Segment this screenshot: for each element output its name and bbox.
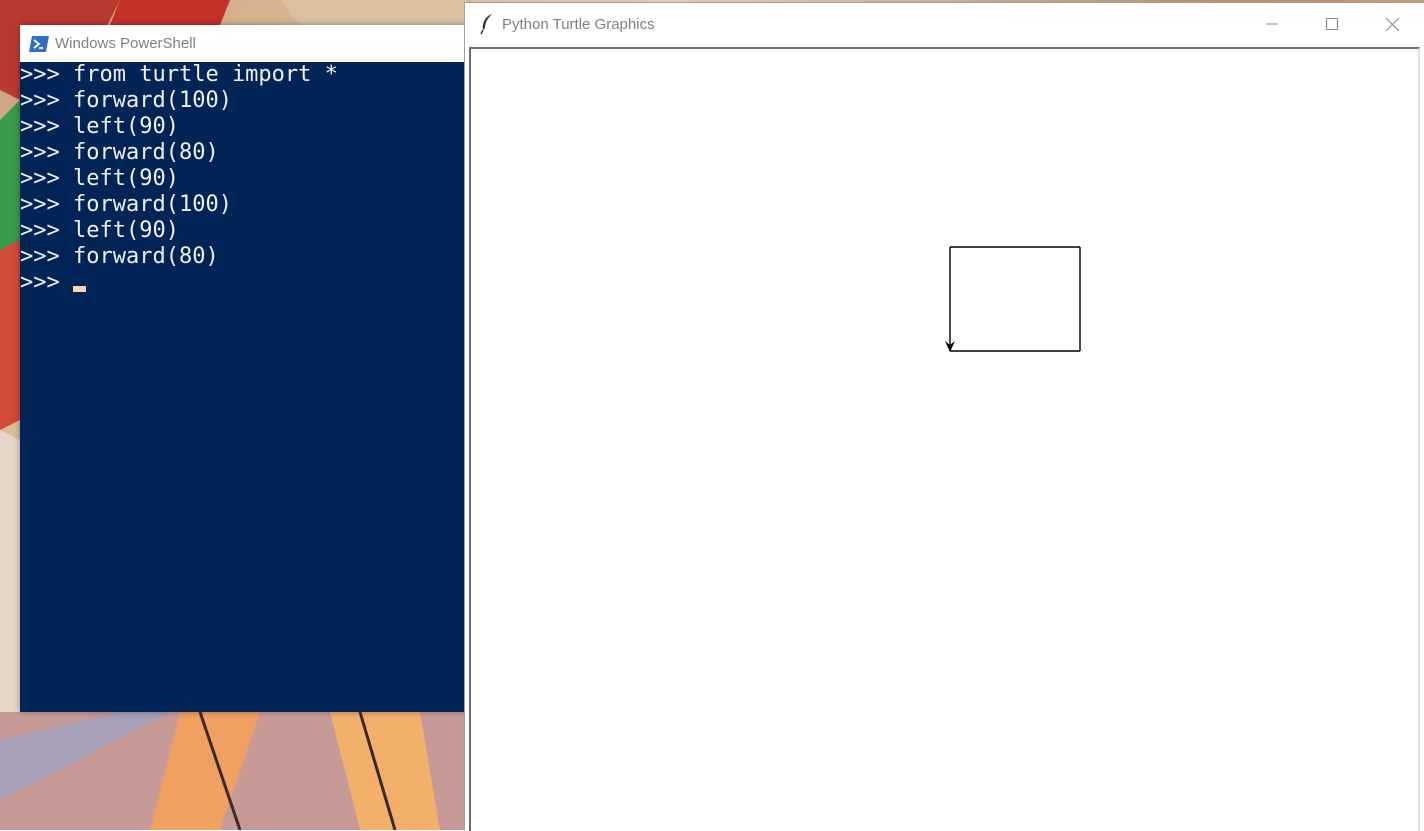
turtle-title: Python Turtle Graphics	[502, 15, 655, 33]
console-line: >>> from turtle import *	[20, 62, 466, 88]
maximize-button[interactable]	[1302, 3, 1362, 45]
turtle-drawing	[949, 246, 1081, 352]
console-line: >>> left(90)	[20, 218, 466, 244]
console-line: >>> forward(80)	[20, 244, 466, 270]
console-line: >>> forward(80)	[20, 140, 466, 166]
console-prompt: >>>	[20, 192, 60, 217]
powershell-window[interactable]: Windows PowerShell >>> from turtle impor…	[20, 25, 466, 712]
console-prompt: >>>	[20, 114, 60, 139]
console-command: forward(100)	[73, 192, 232, 217]
console-command: forward(80)	[73, 244, 219, 269]
powershell-console[interactable]: >>> from turtle import * >>> forward(100…	[20, 62, 466, 712]
console-line: >>> left(90)	[20, 114, 466, 140]
close-button[interactable]	[1362, 3, 1422, 45]
console-line: >>> forward(100)	[20, 88, 466, 114]
console-prompt: >>>	[20, 244, 60, 269]
turtle-window[interactable]: Python Turtle Graphics	[464, 2, 1424, 831]
turtle-canvas[interactable]	[471, 49, 1418, 831]
console-command: left(90)	[73, 166, 179, 191]
minimize-button[interactable]	[1242, 3, 1302, 45]
powershell-icon	[29, 35, 49, 52]
console-command: left(90)	[73, 218, 179, 243]
console-line: >>> forward(100)	[20, 192, 466, 218]
close-icon	[1385, 17, 1399, 31]
powershell-titlebar[interactable]: Windows PowerShell	[20, 25, 466, 62]
turtle-titlebar[interactable]: Python Turtle Graphics	[465, 3, 1424, 45]
console-prompt: >>>	[20, 140, 60, 165]
text-cursor	[72, 286, 86, 292]
console-line: >>> left(90)	[20, 166, 466, 192]
maximize-icon	[1326, 18, 1338, 30]
console-prompt: >>>	[20, 166, 60, 191]
console-command: forward(100)	[73, 88, 232, 113]
turtle-canvas-frame	[469, 47, 1420, 831]
powershell-title: Windows PowerShell	[55, 35, 196, 52]
console-prompt: >>>	[20, 88, 60, 113]
console-prompt: >>>	[20, 218, 60, 243]
console-prompt: >>>	[20, 270, 60, 295]
feather-icon	[479, 13, 495, 35]
minimize-icon	[1266, 23, 1278, 25]
console-command: left(90)	[73, 114, 179, 139]
console-command: from turtle import *	[73, 62, 338, 87]
console-command: forward(80)	[73, 140, 219, 165]
console-prompt: >>>	[20, 62, 60, 87]
console-input-line[interactable]: >>>	[20, 270, 466, 296]
